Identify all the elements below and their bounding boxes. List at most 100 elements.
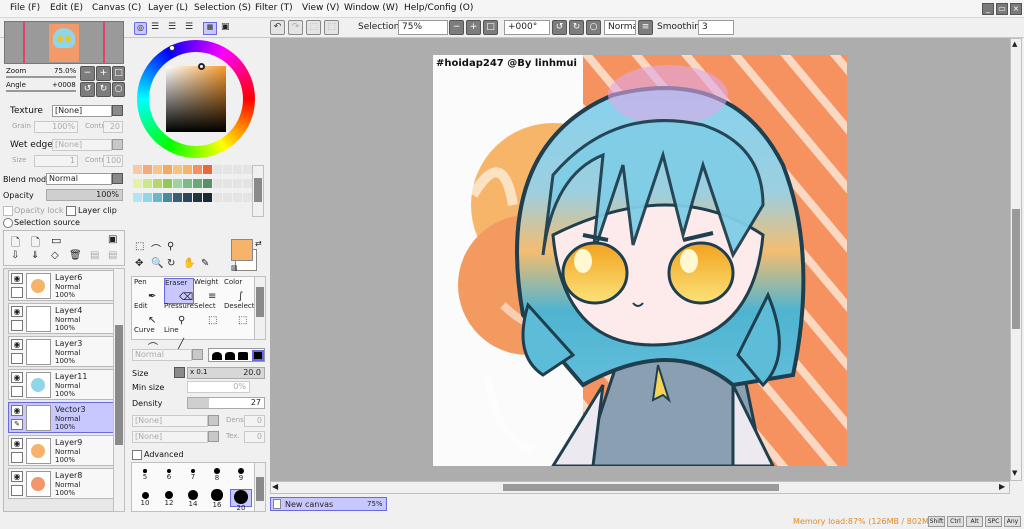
undo-icon[interactable]: ↶ bbox=[270, 20, 285, 35]
visibility-eye-icon[interactable]: ◉ bbox=[11, 339, 23, 350]
flip-button[interactable]: ≡ bbox=[638, 20, 653, 35]
tex-field[interactable]: 0 bbox=[244, 431, 265, 443]
smoothing-select[interactable]: 3 bbox=[698, 20, 734, 35]
dens-field[interactable]: 0 bbox=[244, 415, 265, 427]
min-size-slider[interactable]: 0% bbox=[187, 381, 250, 393]
swatch-scrollbar[interactable] bbox=[252, 165, 264, 217]
brush-texture2-dropdown-icon[interactable] bbox=[208, 431, 219, 442]
visibility-eye-icon[interactable]: ◉ bbox=[11, 438, 23, 449]
zoom-select[interactable]: 75% bbox=[398, 20, 448, 35]
density-slider[interactable]: 27 bbox=[187, 397, 265, 409]
wet-edge-dropdown-icon[interactable] bbox=[112, 139, 123, 150]
canvas-vertical-scrollbar[interactable]: ▲ ▼ bbox=[1010, 38, 1022, 481]
brush-size-preset[interactable]: 16 bbox=[206, 489, 228, 509]
nav-rotate-left-button[interactable]: ↺ bbox=[80, 82, 95, 97]
brush-shape-round-icon[interactable] bbox=[212, 352, 222, 360]
wet-contr-field[interactable]: 100 bbox=[103, 155, 123, 167]
zoom-out-button[interactable]: − bbox=[449, 20, 464, 35]
brush-size-preset[interactable]: 5 bbox=[134, 465, 156, 483]
scroll-up-icon[interactable]: ▲ bbox=[1012, 40, 1017, 48]
nav-zoom-out-button[interactable]: − bbox=[80, 66, 95, 81]
color-swatch[interactable] bbox=[143, 165, 152, 174]
canvas-tab[interactable]: New canvas 75% bbox=[270, 497, 387, 511]
magic-wand-icon[interactable]: ⚲ bbox=[167, 241, 174, 252]
brush-texture-select[interactable]: [None] bbox=[132, 415, 208, 427]
brush-size-preset[interactable]: 10 bbox=[134, 489, 156, 507]
blend-mode-select[interactable]: Normal bbox=[46, 173, 112, 185]
color-swatch[interactable] bbox=[183, 179, 192, 188]
zoom-slider[interactable] bbox=[6, 76, 76, 78]
color-swatch[interactable] bbox=[163, 179, 172, 188]
color-swatch[interactable] bbox=[153, 179, 162, 188]
color-swatch[interactable] bbox=[183, 193, 192, 202]
color-swatch[interactable] bbox=[153, 165, 162, 174]
scratchpad-tab-icon[interactable]: ▣ bbox=[221, 22, 230, 32]
rotate-right-button[interactable]: ↻ bbox=[569, 20, 584, 35]
deselect-tool-icon[interactable]: ⬚ bbox=[306, 20, 321, 35]
blend-mode-dropdown-icon[interactable] bbox=[112, 173, 123, 184]
brush-texture-dropdown-icon[interactable] bbox=[208, 415, 219, 426]
texture-select[interactable]: [None] bbox=[52, 105, 112, 117]
layer-lock-icon[interactable] bbox=[11, 353, 23, 364]
empty-swatch[interactable] bbox=[213, 179, 222, 188]
color-swatch[interactable] bbox=[193, 179, 202, 188]
restore-icon[interactable]: ▭ bbox=[996, 3, 1008, 15]
contr-field[interactable]: 20 bbox=[103, 121, 123, 133]
saturation-value-box[interactable] bbox=[166, 66, 226, 132]
scroll-down-icon[interactable]: ▼ bbox=[1012, 469, 1017, 477]
canvas-horizontal-scrollbar[interactable]: ◀ ▶ bbox=[270, 481, 1010, 494]
layer-clip-checkbox[interactable] bbox=[66, 206, 76, 216]
merge-down-icon[interactable]: ⇓ bbox=[31, 250, 39, 261]
tool-select[interactable]: Select ⬚ bbox=[194, 302, 224, 328]
empty-swatch[interactable] bbox=[223, 179, 232, 188]
layer-row[interactable]: ◉ Layer6 Normal 100% bbox=[8, 270, 116, 301]
menu-canvas[interactable]: Canvas (C) bbox=[92, 3, 141, 13]
clear-layer-icon[interactable]: ◇ bbox=[51, 250, 59, 261]
visibility-eye-icon[interactable]: ◉ bbox=[11, 306, 23, 317]
rotate-tool-icon[interactable]: ↻ bbox=[167, 258, 175, 269]
scroll-left-icon[interactable]: ◀ bbox=[272, 482, 278, 491]
angle-slider[interactable] bbox=[6, 90, 76, 92]
color-swatch[interactable] bbox=[133, 165, 142, 174]
visibility-eye-icon[interactable]: ◉ bbox=[11, 372, 23, 383]
brush-shape-selector[interactable] bbox=[208, 348, 265, 362]
layer-lock-icon[interactable] bbox=[11, 320, 23, 331]
zoom-tool-icon[interactable]: 🔍 bbox=[151, 258, 163, 269]
empty-swatch[interactable] bbox=[243, 165, 252, 174]
brush-shape-soft-icon[interactable] bbox=[225, 352, 235, 360]
menu-view[interactable]: View (V) bbox=[302, 3, 339, 13]
color-swatch[interactable] bbox=[193, 193, 202, 202]
tool-eraser[interactable]: Eraser ⌫ bbox=[164, 278, 194, 304]
layer-lock-icon[interactable] bbox=[11, 287, 23, 298]
color-swatch[interactable] bbox=[173, 179, 182, 188]
layer-lock-icon[interactable] bbox=[11, 386, 23, 397]
wet-size-field[interactable]: 1 bbox=[34, 155, 78, 167]
color-swatch[interactable] bbox=[153, 193, 162, 202]
empty-swatch[interactable] bbox=[243, 193, 252, 202]
tool-deselect[interactable]: Deselect ⬚ bbox=[224, 302, 255, 328]
color-swatch[interactable] bbox=[173, 193, 182, 202]
visibility-eye-icon[interactable]: ◉ bbox=[11, 405, 23, 416]
brush-size-scrollbar[interactable] bbox=[254, 462, 266, 512]
color-swatch[interactable] bbox=[203, 179, 212, 188]
menu-selection[interactable]: Selection (S) bbox=[194, 3, 251, 13]
menu-edit[interactable]: Edit (E) bbox=[50, 3, 83, 13]
brush-size-preset[interactable]: 8 bbox=[206, 465, 228, 483]
brush-texture2-select[interactable]: [None] bbox=[132, 431, 208, 443]
rotate-left-button[interactable]: ↺ bbox=[552, 20, 567, 35]
angle-select[interactable]: +000° bbox=[504, 20, 550, 35]
texture-dropdown-icon[interactable] bbox=[112, 105, 123, 116]
brush-shape-square-icon[interactable] bbox=[252, 350, 264, 361]
tool-pressure[interactable]: Pressure ⚲ bbox=[164, 302, 194, 328]
brush-mode-dropdown-icon[interactable] bbox=[192, 349, 203, 360]
selection-source-radio[interactable] bbox=[3, 218, 13, 228]
color-swatch[interactable] bbox=[133, 179, 142, 188]
rgb-slider-tab-icon[interactable]: ☰ bbox=[151, 22, 159, 32]
color-swatch[interactable] bbox=[143, 193, 152, 202]
color-swatch[interactable] bbox=[143, 179, 152, 188]
tool-edit[interactable]: Edit ↖ bbox=[134, 302, 164, 328]
layer-row[interactable]: ◉ Layer9 Normal 100% bbox=[8, 435, 116, 466]
layer-lock-icon[interactable] bbox=[11, 485, 23, 496]
move-icon[interactable]: ✥ bbox=[135, 258, 143, 269]
delete-layer-icon[interactable]: 🗑 bbox=[69, 250, 82, 261]
